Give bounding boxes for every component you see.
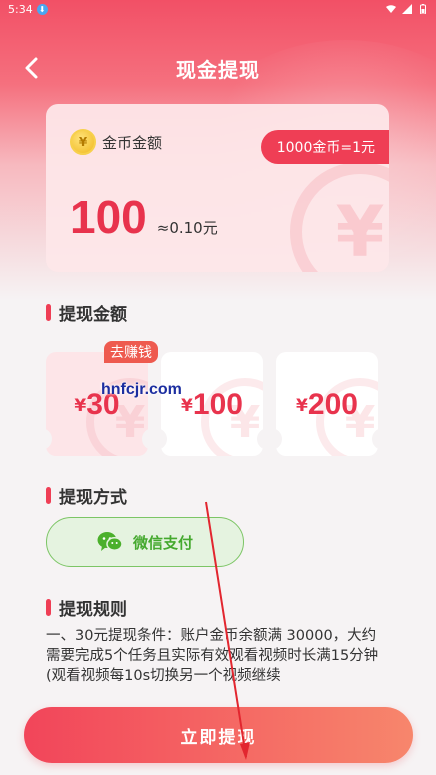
withdraw-rules-text: 一、30元提现条件：账户金币余额满 30000，大约需要完成5个任务且实际有效观…: [46, 626, 388, 688]
amount-section-title: 提现金额: [46, 300, 127, 325]
download-icon: ⬇: [36, 3, 48, 15]
yen-watermark-icon: ¥: [290, 162, 389, 272]
coin-label: ¥ 金币金额: [70, 129, 162, 155]
rules-paragraph: 一、30元提现条件：账户金币余额满 30000，大约需要完成5个任务且实际有效观…: [46, 628, 379, 684]
currency-symbol: ¥: [74, 396, 87, 416]
earn-money-tag[interactable]: 去赚钱: [104, 341, 158, 363]
rules-section-title: 提现规则: [46, 595, 127, 620]
back-arrow-icon[interactable]: [18, 54, 46, 82]
coin-label-text: 金币金额: [102, 133, 163, 152]
coin-icon: ¥: [70, 129, 96, 155]
status-time: 5:34: [8, 2, 33, 16]
signal-icon: [402, 4, 412, 14]
amount-option-100[interactable]: ¥ ¥100: [161, 352, 263, 456]
section-bar: [46, 487, 51, 504]
wechat-pay-icon: [97, 532, 123, 551]
amount-value: ¥200: [276, 388, 378, 422]
page-title: 现金提现: [176, 57, 260, 82]
amount-option-200[interactable]: ¥ ¥200: [276, 352, 378, 456]
section-title-text: 提现金额: [59, 305, 127, 325]
section-title-text: 提现规则: [59, 600, 127, 620]
exchange-rate-badge: 1000金币=1元: [260, 130, 389, 164]
top-bar: 现金提现: [0, 40, 436, 96]
coin-amount: 100 ≈0.10元: [70, 190, 218, 244]
withdraw-now-button[interactable]: 立即提现: [24, 707, 413, 763]
coin-balance: 100: [70, 191, 147, 243]
coin-approx-value: ≈0.10元: [156, 219, 218, 237]
section-bar: [46, 304, 51, 321]
wechat-pay-option[interactable]: 微信支付: [46, 517, 244, 567]
section-title-text: 提现方式: [59, 488, 127, 508]
battery-icon: [420, 4, 426, 14]
wifi-icon: [386, 5, 396, 13]
section-bar: [46, 599, 51, 616]
amount-option-30[interactable]: ¥ ¥30: [46, 352, 148, 456]
status-bar: 5:34 ⬇: [0, 0, 436, 18]
method-section-title: 提现方式: [46, 483, 127, 508]
amount-number: 100: [192, 388, 243, 421]
currency-symbol: ¥: [181, 396, 193, 416]
wechat-pay-label: 微信支付: [132, 533, 193, 552]
status-icons: [386, 4, 428, 14]
currency-symbol: ¥: [296, 396, 308, 416]
site-watermark: hnfcjr.com: [101, 381, 182, 398]
amount-number: 200: [307, 388, 358, 421]
coin-balance-card: ¥ ¥ 金币金额 1000金币=1元 100 ≈0.10元: [46, 104, 389, 272]
